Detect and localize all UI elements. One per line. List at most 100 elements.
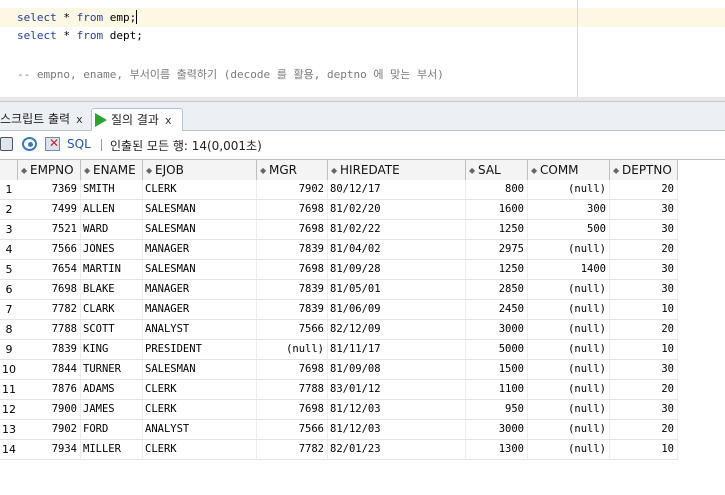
cell-empno[interactable]: 7902 bbox=[18, 420, 81, 439]
cell-sal[interactable]: 3000 bbox=[466, 420, 528, 439]
cell-mgr[interactable]: 7839 bbox=[257, 300, 328, 319]
cell-comm[interactable]: (null) bbox=[528, 240, 610, 259]
cell-ejob[interactable]: ANALYST bbox=[143, 320, 257, 339]
cell-hiredate[interactable]: 81/04/02 bbox=[328, 240, 466, 259]
cell-sal[interactable]: 950 bbox=[466, 400, 528, 419]
cell-deptno[interactable]: 30 bbox=[610, 220, 678, 239]
refresh-icon[interactable] bbox=[22, 137, 37, 151]
cell-hiredate[interactable]: 81/09/08 bbox=[328, 360, 466, 379]
cell-deptno[interactable]: 20 bbox=[610, 240, 678, 259]
cell-sal[interactable]: 2450 bbox=[466, 300, 528, 319]
cell-empno[interactable]: 7839 bbox=[18, 340, 81, 359]
cell-deptno[interactable]: 10 bbox=[610, 300, 678, 319]
cell-sal[interactable]: 1250 bbox=[466, 260, 528, 279]
cell-ejob[interactable]: MANAGER bbox=[143, 240, 257, 259]
cell-empno[interactable]: 7788 bbox=[18, 320, 81, 339]
sql-editor[interactable]: select * from emp; select * from dept; -… bbox=[0, 0, 725, 101]
cell-hiredate[interactable]: 82/12/09 bbox=[328, 320, 466, 339]
table-row[interactable]: 4 7566 JONES MANAGER 7839 81/04/02 2975 (null) 2… bbox=[0, 240, 678, 260]
column-header-hiredate[interactable]: ◆ HIREDATE bbox=[328, 160, 466, 180]
sort-icon[interactable]: ◆ bbox=[531, 161, 539, 181]
cell-ejob[interactable]: SALESMAN bbox=[143, 360, 257, 379]
table-row[interactable]: 1 7369 SMITH CLERK 7902 80/12/17 800 (null) 20 bbox=[0, 180, 678, 200]
cell-mgr[interactable]: (null) bbox=[257, 340, 328, 359]
cell-empno[interactable]: 7900 bbox=[18, 400, 81, 419]
cell-sal[interactable]: 2975 bbox=[466, 240, 528, 259]
cell-ejob[interactable]: PRESIDENT bbox=[143, 340, 257, 359]
cell-ename[interactable]: ADAMS bbox=[81, 380, 143, 399]
table-row[interactable]: 5 7654 MARTIN SALESMAN 7698 81/09/28 1250 1400 3… bbox=[0, 260, 678, 280]
table-row[interactable]: 8 7788 SCOTT ANALYST 7566 82/12/09 3000 (null) 2… bbox=[0, 320, 678, 340]
cell-sal[interactable]: 800 bbox=[466, 180, 528, 199]
cell-deptno[interactable]: 20 bbox=[610, 420, 678, 439]
cell-hiredate[interactable]: 81/12/03 bbox=[328, 400, 466, 419]
cell-ename[interactable]: WARD bbox=[81, 220, 143, 239]
cell-deptno[interactable]: 10 bbox=[610, 440, 678, 459]
cell-hiredate[interactable]: 83/01/12 bbox=[328, 380, 466, 399]
cell-comm[interactable]: (null) bbox=[528, 440, 610, 459]
cell-hiredate[interactable]: 82/01/23 bbox=[328, 440, 466, 459]
cell-mgr[interactable]: 7566 bbox=[257, 320, 328, 339]
table-row[interactable]: 3 7521 WARD SALESMAN 7698 81/02/22 1250 500 30 bbox=[0, 220, 678, 240]
cell-comm[interactable]: (null) bbox=[528, 180, 610, 199]
cell-mgr[interactable]: 7902 bbox=[257, 180, 328, 199]
cell-sal[interactable]: 1600 bbox=[466, 200, 528, 219]
cell-empno[interactable]: 7521 bbox=[18, 220, 81, 239]
cell-hiredate[interactable]: 81/05/01 bbox=[328, 280, 466, 299]
table-row[interactable]: 2 7499 ALLEN SALESMAN 7698 81/02/20 1600 300 30 bbox=[0, 200, 678, 220]
cell-comm[interactable]: 300 bbox=[528, 200, 610, 219]
cell-comm[interactable]: (null) bbox=[528, 300, 610, 319]
sort-icon[interactable]: ◆ bbox=[146, 161, 154, 181]
column-header-ename[interactable]: ◆ ENAME bbox=[81, 160, 143, 180]
cell-ename[interactable]: SCOTT bbox=[81, 320, 143, 339]
cell-ename[interactable]: CLARK bbox=[81, 300, 143, 319]
cell-ename[interactable]: KING bbox=[81, 340, 143, 359]
cell-ename[interactable]: JONES bbox=[81, 240, 143, 259]
table-row[interactable]: 14 7934 MILLER CLERK 7782 82/01/23 1300 (null) 1… bbox=[0, 440, 678, 460]
result-grid[interactable]: ◆ EMPNO ◆ ENAME ◆ EJOB ◆ MGR ◆ HIREDATE ◆ SAL … bbox=[0, 159, 725, 495]
cell-empno[interactable]: 7782 bbox=[18, 300, 81, 319]
cell-empno[interactable]: 7499 bbox=[18, 200, 81, 219]
cell-mgr[interactable]: 7782 bbox=[257, 440, 328, 459]
column-header-ejob[interactable]: ◆ EJOB bbox=[143, 160, 257, 180]
cell-mgr[interactable]: 7698 bbox=[257, 260, 328, 279]
cell-comm[interactable]: (null) bbox=[528, 280, 610, 299]
cell-empno[interactable]: 7369 bbox=[18, 180, 81, 199]
cell-empno[interactable]: 7934 bbox=[18, 440, 81, 459]
table-row[interactable]: 10 7844 TURNER SALESMAN 7698 81/09/08 1500 (nul… bbox=[0, 360, 678, 380]
sort-icon[interactable]: ◆ bbox=[469, 161, 477, 181]
cell-empno[interactable]: 7698 bbox=[18, 280, 81, 299]
cell-ename[interactable]: JAMES bbox=[81, 400, 143, 419]
close-icon[interactable]: x bbox=[76, 113, 83, 126]
cell-deptno[interactable]: 20 bbox=[610, 180, 678, 199]
table-row[interactable]: 12 7900 JAMES CLERK 7698 81/12/03 950 (null) 30 bbox=[0, 400, 678, 420]
cell-deptno[interactable]: 30 bbox=[610, 280, 678, 299]
cell-sal[interactable]: 2850 bbox=[466, 280, 528, 299]
table-row[interactable]: 9 7839 KING PRESIDENT (null) 81/11/17 5000 (nul… bbox=[0, 340, 678, 360]
column-header-comm[interactable]: ◆ COMM bbox=[528, 160, 610, 180]
cell-mgr[interactable]: 7698 bbox=[257, 220, 328, 239]
cell-sal[interactable]: 3000 bbox=[466, 320, 528, 339]
cell-ejob[interactable]: CLERK bbox=[143, 440, 257, 459]
cell-ejob[interactable]: CLERK bbox=[143, 380, 257, 399]
cell-sal[interactable]: 1500 bbox=[466, 360, 528, 379]
cell-ejob[interactable]: CLERK bbox=[143, 180, 257, 199]
cell-mgr[interactable]: 7698 bbox=[257, 200, 328, 219]
cell-mgr[interactable]: 7788 bbox=[257, 380, 328, 399]
cell-comm[interactable]: (null) bbox=[528, 360, 610, 379]
cell-empno[interactable]: 7844 bbox=[18, 360, 81, 379]
cell-sal[interactable]: 1300 bbox=[466, 440, 528, 459]
cell-ejob[interactable]: SALESMAN bbox=[143, 200, 257, 219]
cell-comm[interactable]: (null) bbox=[528, 340, 610, 359]
cell-mgr[interactable]: 7698 bbox=[257, 400, 328, 419]
sort-icon[interactable]: ◆ bbox=[21, 161, 29, 181]
cell-deptno[interactable]: 30 bbox=[610, 400, 678, 419]
cell-ename[interactable]: MILLER bbox=[81, 440, 143, 459]
cell-ename[interactable]: SMITH bbox=[81, 180, 143, 199]
cell-mgr[interactable]: 7839 bbox=[257, 240, 328, 259]
cell-deptno[interactable]: 10 bbox=[610, 340, 678, 359]
cell-ename[interactable]: TURNER bbox=[81, 360, 143, 379]
editor-comment-line[interactable]: -- empno, ename, 부서이름 출력하기 (decode 를 활용,… bbox=[17, 66, 444, 82]
cell-ename[interactable]: MARTIN bbox=[81, 260, 143, 279]
cell-hiredate[interactable]: 81/12/03 bbox=[328, 420, 466, 439]
